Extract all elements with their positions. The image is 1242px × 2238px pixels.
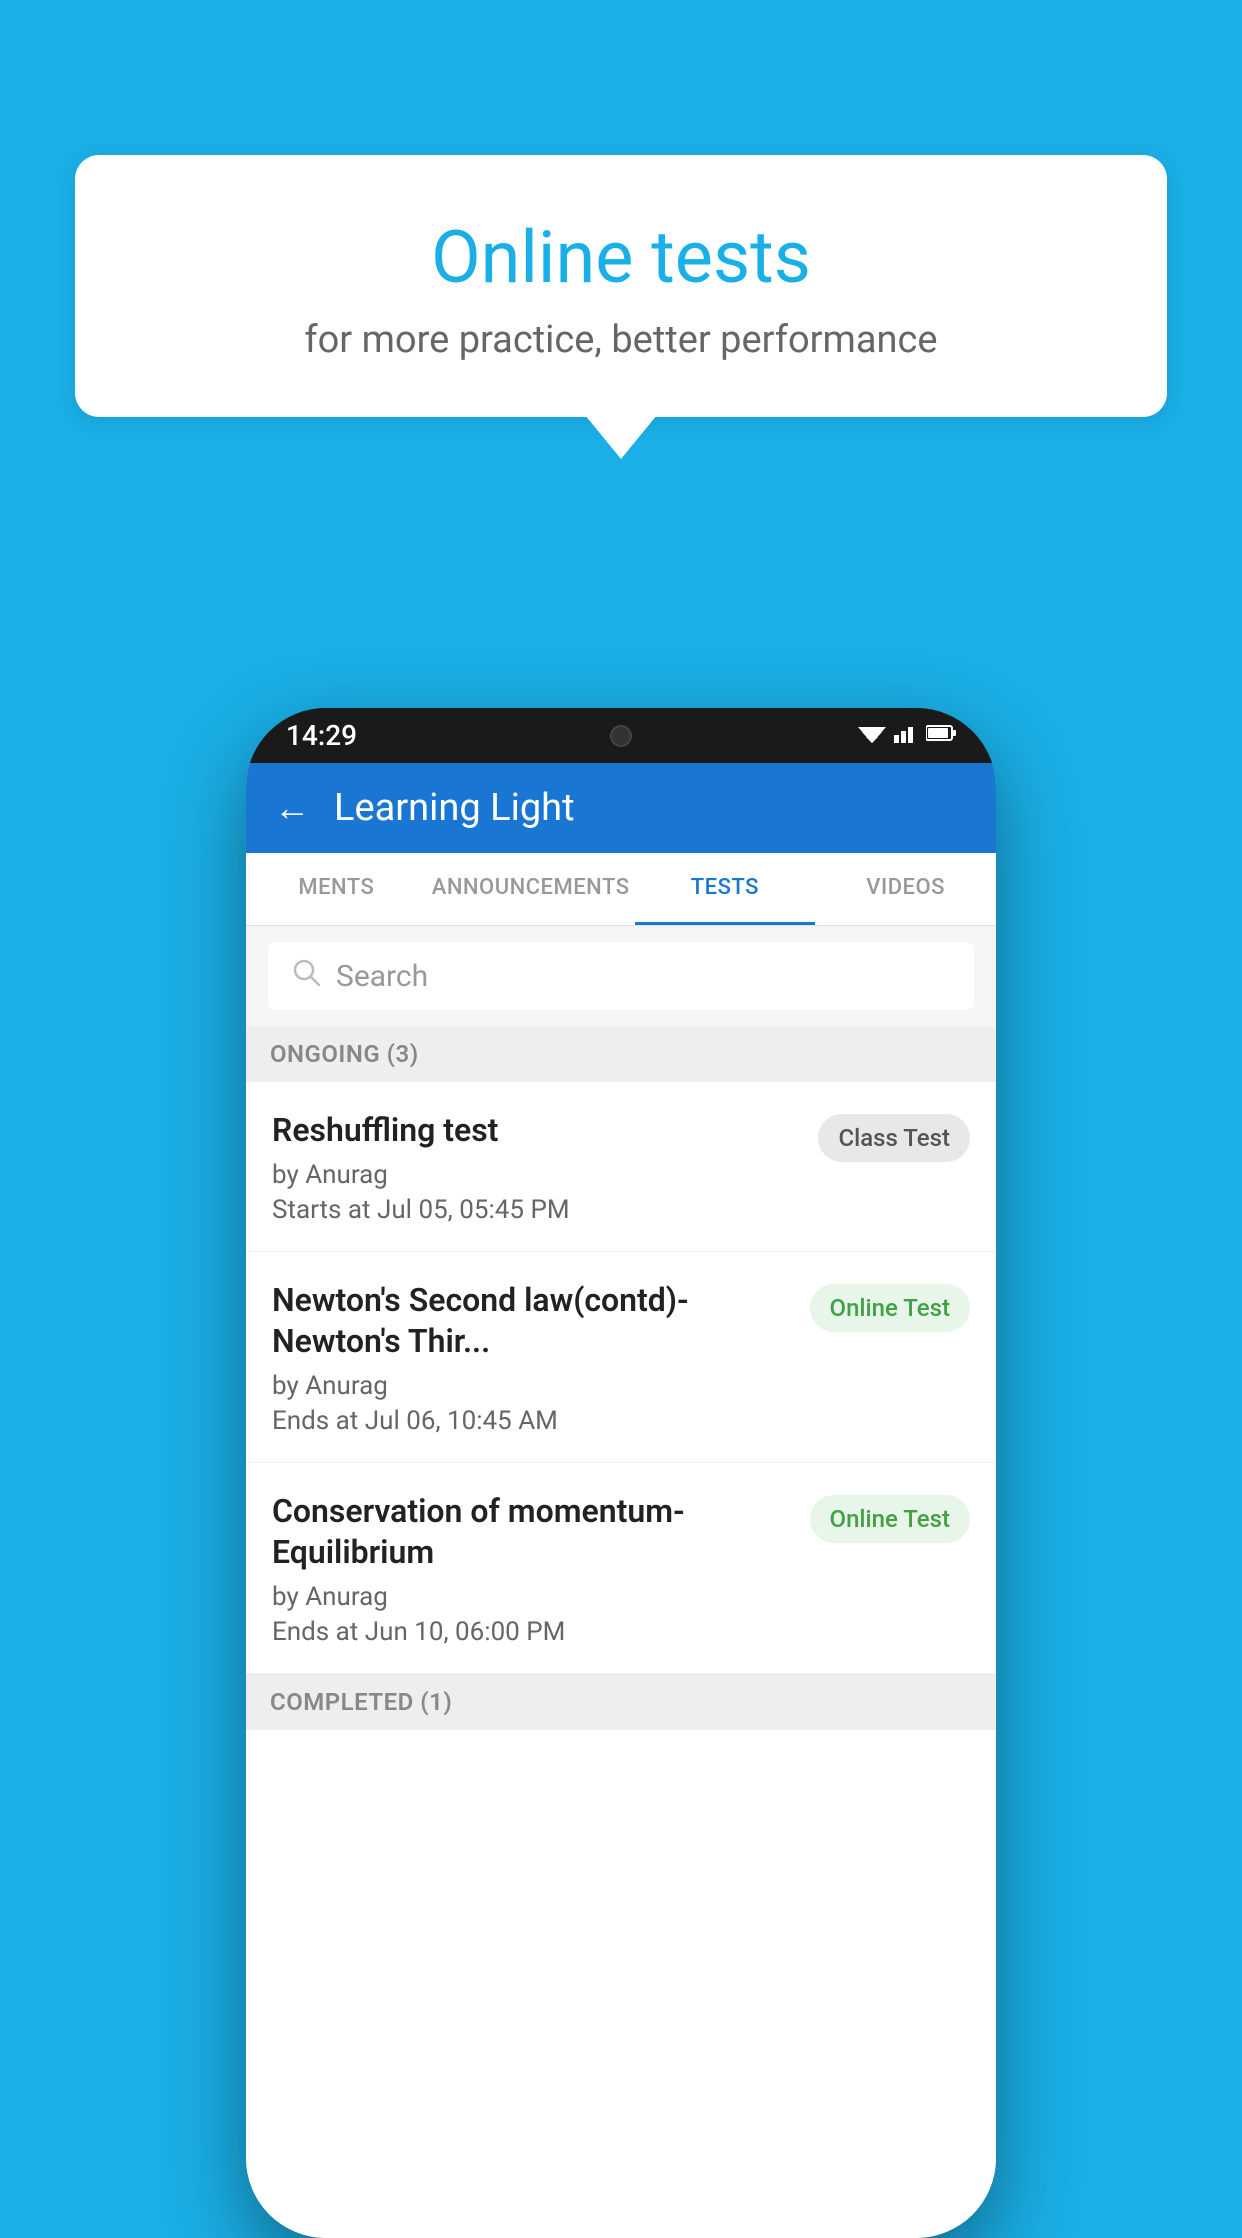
wifi-icon (858, 723, 886, 749)
speech-bubble-title: Online tests (155, 215, 1087, 300)
test-name: Conservation of momentum-Equilibrium (272, 1491, 794, 1574)
status-bar: 14:29 (246, 708, 996, 763)
speech-bubble-subtitle: for more practice, better performance (155, 318, 1087, 362)
app-header: ← Learning Light (246, 763, 996, 853)
speech-bubble: Online tests for more practice, better p… (75, 155, 1167, 417)
test-item-content: Conservation of momentum-Equilibrium by … (272, 1491, 794, 1647)
tab-announcements[interactable]: ANNOUNCEMENTS (427, 853, 635, 925)
test-badge: Online Test (810, 1284, 970, 1332)
test-author: by Anurag (272, 1371, 794, 1401)
test-badge: Class Test (818, 1114, 970, 1162)
status-time: 14:29 (286, 719, 357, 752)
signal-icon (894, 723, 918, 749)
status-icons (858, 723, 956, 749)
ongoing-section-header: ONGOING (3) (246, 1026, 996, 1082)
test-author: by Anurag (272, 1582, 794, 1612)
camera-lens (610, 725, 632, 747)
phone-frame: 14:29 ← Learning Light MENTS ANNOUNCEMEN… (246, 708, 996, 2238)
test-badge: Online Test (810, 1495, 970, 1543)
battery-icon (926, 723, 956, 748)
search-bar[interactable]: Search (268, 942, 974, 1010)
test-name: Newton's Second law(contd)-Newton's Thir… (272, 1280, 794, 1363)
test-author: by Anurag (272, 1160, 802, 1190)
back-button[interactable]: ← (274, 787, 310, 829)
test-date: Ends at Jul 06, 10:45 AM (272, 1406, 794, 1436)
tab-videos[interactable]: VIDEOS (815, 853, 996, 925)
test-date: Starts at Jul 05, 05:45 PM (272, 1195, 802, 1225)
phone-screen: ← Learning Light MENTS ANNOUNCEMENTS TES… (246, 763, 996, 2238)
search-container: Search (246, 926, 996, 1026)
tab-ments[interactable]: MENTS (246, 853, 427, 925)
test-name: Reshuffling test (272, 1110, 802, 1152)
test-list: Reshuffling test by Anurag Starts at Jul… (246, 1082, 996, 2238)
completed-section-header: COMPLETED (1) (246, 1674, 996, 1730)
speech-bubble-container: Online tests for more practice, better p… (75, 155, 1167, 417)
search-icon (292, 958, 320, 994)
app-title: Learning Light (334, 786, 575, 830)
phone-notch (531, 708, 711, 763)
test-item-content: Reshuffling test by Anurag Starts at Jul… (272, 1110, 802, 1225)
test-item-content: Newton's Second law(contd)-Newton's Thir… (272, 1280, 794, 1436)
test-item[interactable]: Newton's Second law(contd)-Newton's Thir… (246, 1252, 996, 1463)
tab-tests[interactable]: TESTS (635, 853, 816, 925)
tabs-container: MENTS ANNOUNCEMENTS TESTS VIDEOS (246, 853, 996, 926)
test-item[interactable]: Conservation of momentum-Equilibrium by … (246, 1463, 996, 1674)
test-item[interactable]: Reshuffling test by Anurag Starts at Jul… (246, 1082, 996, 1252)
test-date: Ends at Jun 10, 06:00 PM (272, 1617, 794, 1647)
search-placeholder: Search (336, 959, 428, 994)
